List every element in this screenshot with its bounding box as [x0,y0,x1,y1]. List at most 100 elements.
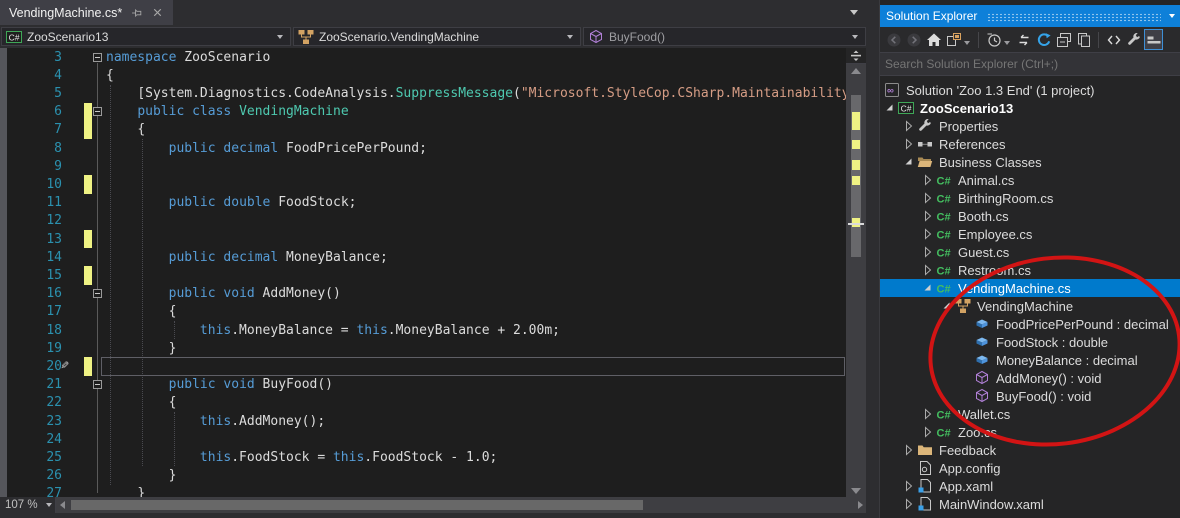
code-line-4[interactable]: 4{ [0,66,846,84]
tree-item-foodstock-double[interactable]: FoodStock : double [880,333,1180,351]
code-line-18[interactable]: 18 this.MoneyBalance = this.MoneyBalance… [0,321,846,339]
scroll-up-arrow-icon[interactable] [851,68,861,74]
tree-item-mainwindow-xaml[interactable]: MainWindow.xaml [880,495,1180,513]
search-input[interactable] [880,56,1172,72]
show-all-files-button[interactable] [1074,29,1093,50]
preview-selected-items-button[interactable] [1144,29,1163,50]
tree-item-zooscenario13[interactable]: C#ZooScenario13 [880,99,1180,117]
collapse-all-button[interactable] [1054,29,1073,50]
code-line-26[interactable]: 26 } [0,467,846,485]
tree-item-restroom-cs[interactable]: C#Restroom.cs [880,261,1180,279]
code-line-5[interactable]: 5 [System.Diagnostics.CodeAnalysis.Suppr… [0,84,846,102]
project-dropdown[interactable]: C# ZooScenario13 [1,27,291,46]
scroll-left-arrow-icon[interactable] [60,501,65,509]
window-list-caret-icon[interactable] [850,10,858,15]
pending-changes-filter-button[interactable] [984,29,1003,50]
scroll-right-arrow-icon[interactable] [858,501,863,509]
properties-button[interactable] [1124,29,1143,50]
tree-item-business-classes[interactable]: Business Classes [880,153,1180,171]
tree-item-wallet-cs[interactable]: C#Wallet.cs [880,405,1180,423]
expander-closed-icon[interactable] [920,208,936,224]
chevron-down-icon[interactable] [964,41,970,45]
forward-button[interactable] [904,29,923,50]
tab-vendingmachine-cs[interactable]: VendingMachine.cs* [0,0,173,25]
tree-item-moneybalance-decimal[interactable]: MoneyBalance : decimal [880,351,1180,369]
tree-item-properties[interactable]: Properties [880,117,1180,135]
code-line-23[interactable]: 23 this.AddMoney(); [0,412,846,430]
tree-item-vendingmachine-cs[interactable]: C#VendingMachine.cs [880,279,1180,297]
code-line-12[interactable]: 12 [0,212,846,230]
outline-margin[interactable] [92,103,104,121]
outline-margin[interactable] [92,376,104,394]
code-line-3[interactable]: 3namespace ZooScenario [0,48,846,66]
expander-closed-icon[interactable] [920,406,936,422]
tree-item-app-config[interactable]: App.config [880,459,1180,477]
expander-closed-icon[interactable] [901,136,917,152]
code-line-7[interactable]: 7 { [0,121,846,139]
code-line-11[interactable]: 11 public double FoodStock; [0,194,846,212]
code-line-13[interactable]: 13 [0,230,846,248]
expander-open-icon[interactable] [882,100,898,116]
scroll-down-arrow-icon[interactable] [851,488,861,494]
tree-item-foodpriceperpound-decimal[interactable]: FoodPricePerPound : decimal [880,315,1180,333]
collapse-box-icon[interactable] [93,107,102,116]
expander-closed-icon[interactable] [920,190,936,206]
vertical-scrollbar[interactable] [846,48,866,497]
tree-item-app-xaml[interactable]: App.xaml [880,477,1180,495]
outline-margin[interactable] [92,48,104,66]
sync-with-active-document-button[interactable] [1014,29,1033,50]
code-editor[interactable]: 3namespace ZooScenario4{5 [System.Diagno… [0,48,866,497]
pin-icon[interactable] [129,6,143,20]
collapse-box-icon[interactable] [93,380,102,389]
expander-closed-icon[interactable] [920,244,936,260]
pane-splitter[interactable] [866,0,880,518]
type-dropdown[interactable]: ZooScenario.VendingMachine [293,27,581,46]
code-line-16[interactable]: 16 public void AddMoney() [0,285,846,303]
home-button[interactable] [924,29,943,50]
tree-item-addmoney-void[interactable]: AddMoney() : void [880,369,1180,387]
outline-margin[interactable] [92,285,104,303]
tree-item-buyfood-void[interactable]: BuyFood() : void [880,387,1180,405]
collapse-box-icon[interactable] [93,289,102,298]
back-button[interactable] [884,29,903,50]
chevron-down-icon[interactable] [1004,41,1010,45]
expander-open-icon[interactable] [939,298,955,314]
expander-closed-icon[interactable] [901,478,917,494]
expander-closed-icon[interactable] [901,442,917,458]
code-line-19[interactable]: 19 } [0,339,846,357]
expander-closed-icon[interactable] [920,172,936,188]
close-icon[interactable] [150,6,164,20]
view-code-button[interactable] [1104,29,1123,50]
code-line-15[interactable]: 15 [0,266,846,284]
tree-item-vendingmachine[interactable]: VendingMachine [880,297,1180,315]
search-box[interactable] [880,52,1180,76]
collapse-box-icon[interactable] [93,53,102,62]
code-line-25[interactable]: 25 this.FoodStock = this.FoodStock - 1.0… [0,448,846,466]
code-line-27[interactable]: 27 } [0,485,846,497]
code-line-17[interactable]: 17 { [0,303,846,321]
code-line-21[interactable]: 21 public void BuyFood() [0,376,846,394]
expander-closed-icon[interactable] [901,118,917,134]
split-window-handle[interactable] [846,48,866,64]
member-dropdown[interactable]: BuyFood() [583,27,866,46]
tree-item-birthingroom-cs[interactable]: C#BirthingRoom.cs [880,189,1180,207]
code-line-8[interactable]: 8 public decimal FoodPricePerPound; [0,139,846,157]
window-position-caret-icon[interactable] [1169,14,1175,18]
expander-open-icon[interactable] [901,154,917,170]
code-line-14[interactable]: 14 public decimal MoneyBalance; [0,248,846,266]
tree-item-zoo-cs[interactable]: C#Zoo.cs [880,423,1180,441]
tree-item-solution-zoo-1-3-end-1-project[interactable]: ∞Solution 'Zoo 1.3 End' (1 project) [880,81,1180,99]
tree-item-guest-cs[interactable]: C#Guest.cs [880,243,1180,261]
code-line-6[interactable]: 6 public class VendingMachine [0,103,846,121]
zoom-control[interactable]: 107 % [0,497,56,513]
code-line-9[interactable]: 9 [0,157,846,175]
horizontal-scrollbar-thumb[interactable] [71,500,643,510]
expander-open-icon[interactable] [920,280,936,296]
tree-item-employee-cs[interactable]: C#Employee.cs [880,225,1180,243]
solution-explorer-titlebar[interactable]: Solution Explorer [880,5,1180,27]
tree-item-references[interactable]: References [880,135,1180,153]
refresh-button[interactable] [1034,29,1053,50]
switch-views-button[interactable] [944,29,963,50]
expander-closed-icon[interactable] [920,226,936,242]
code-line-24[interactable]: 24 [0,430,846,448]
